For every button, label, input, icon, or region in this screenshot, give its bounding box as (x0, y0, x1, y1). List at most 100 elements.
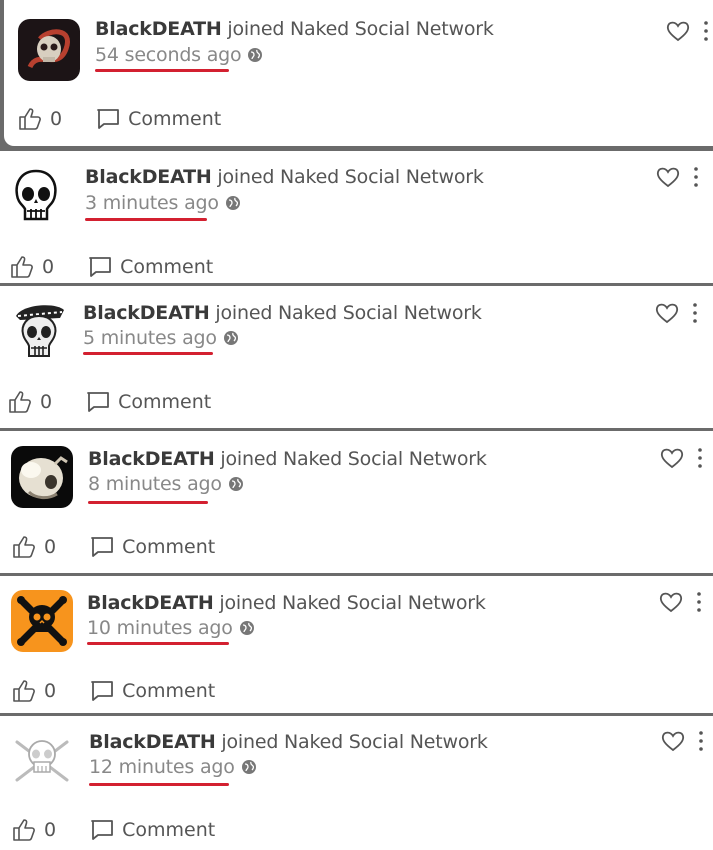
username-link[interactable]: BlackDEATH (83, 302, 210, 324)
comment-label: Comment (122, 819, 216, 841)
heart-icon[interactable] (660, 447, 684, 469)
user-avatar[interactable] (5, 165, 67, 227)
post-timestamp[interactable]: 10 minutes ago (87, 617, 233, 639)
user-avatar[interactable] (18, 19, 80, 81)
red-underline-annotation (87, 642, 229, 645)
post-action-text: joined Naked Social Network (209, 302, 482, 324)
feed-post: BlackDEATH joined Naked Social Network 3… (0, 151, 713, 283)
comment-icon (97, 109, 119, 129)
like-button[interactable]: 0 (8, 390, 52, 414)
post-timestamp[interactable]: 54 seconds ago (95, 44, 242, 66)
heart-icon[interactable] (666, 20, 690, 42)
post-title: BlackDEATH joined Naked Social Network (95, 18, 494, 40)
post-actions: 0 Comment (8, 390, 211, 414)
user-avatar[interactable] (11, 446, 73, 508)
like-count: 0 (50, 108, 63, 130)
post-title: BlackDEATH joined Naked Social Network (87, 592, 486, 614)
more-options-icon[interactable] (690, 302, 700, 324)
heart-icon[interactable] (655, 302, 679, 324)
globe-icon (228, 477, 243, 491)
comment-button[interactable]: Comment (96, 108, 221, 130)
like-button[interactable]: 0 (12, 535, 56, 559)
user-avatar[interactable] (11, 728, 73, 790)
like-button[interactable]: 0 (12, 818, 56, 842)
feed-post: BlackDEATH joined Naked Social Network 1… (0, 716, 713, 850)
feed-post: BlackDEATH joined Naked Social Network 1… (0, 576, 713, 713)
red-underline-annotation (83, 352, 213, 355)
post-actions: 0 Comment (12, 679, 215, 703)
comment-button[interactable]: Comment (90, 680, 215, 702)
like-button[interactable]: 0 (10, 255, 54, 279)
heart-icon[interactable] (656, 166, 680, 188)
more-options-icon[interactable] (695, 447, 705, 469)
like-button[interactable]: 0 (12, 679, 56, 703)
comment-label: Comment (122, 536, 216, 558)
feed-post: BlackDEATH joined Naked Social Network 8… (0, 431, 713, 573)
comment-label: Comment (128, 108, 222, 130)
thumbs-up-icon (13, 680, 35, 702)
like-button[interactable]: 0 (18, 107, 62, 131)
user-avatar[interactable] (11, 590, 73, 652)
more-options-icon[interactable] (694, 591, 704, 613)
red-underline-annotation (89, 783, 229, 786)
comment-button[interactable]: Comment (90, 819, 215, 841)
comment-icon (91, 537, 113, 557)
like-count: 0 (44, 536, 57, 558)
comment-icon (91, 681, 113, 701)
skull-crossbones-sketch-avatar-icon (11, 728, 73, 790)
thumbs-up-icon (13, 536, 35, 558)
username-link[interactable]: BlackDEATH (87, 592, 214, 614)
globe-icon (241, 760, 256, 774)
snake-skull-avatar-icon (18, 19, 80, 81)
post-timestamp[interactable]: 3 minutes ago (85, 192, 219, 214)
more-options-icon[interactable] (691, 166, 701, 188)
post-timestamp-row: 10 minutes ago (87, 617, 255, 639)
username-link[interactable]: BlackDEATH (88, 448, 215, 470)
globe-icon (239, 621, 254, 635)
post-title: BlackDEATH joined Naked Social Network (83, 302, 482, 324)
comment-button[interactable]: Comment (86, 391, 211, 413)
heart-icon[interactable] (659, 591, 683, 613)
user-avatar[interactable] (8, 298, 70, 360)
more-options-icon[interactable] (696, 730, 706, 752)
username-link[interactable]: BlackDEATH (89, 731, 216, 753)
username-link[interactable]: BlackDEATH (95, 18, 222, 40)
comment-button[interactable]: Comment (90, 536, 215, 558)
post-timestamp-row: 3 minutes ago (85, 192, 241, 214)
red-underline-annotation (88, 501, 208, 504)
post-actions: 0 Comment (12, 535, 215, 559)
like-count: 0 (44, 819, 57, 841)
heart-icon[interactable] (661, 730, 685, 752)
username-link[interactable]: BlackDEATH (85, 166, 212, 188)
comment-button[interactable]: Comment (88, 256, 213, 278)
comment-label: Comment (122, 680, 216, 702)
post-action-text: joined Naked Social Network (214, 448, 487, 470)
comment-icon (87, 392, 109, 412)
skull-photo-avatar-icon (11, 446, 73, 508)
more-options-icon[interactable] (701, 20, 711, 42)
red-underline-annotation (85, 218, 207, 221)
like-count: 0 (44, 680, 57, 702)
post-action-text: joined Naked Social Network (211, 166, 484, 188)
post-actions: 0 Comment (12, 818, 215, 842)
red-underline-annotation (95, 69, 229, 72)
post-timestamp-row: 12 minutes ago (89, 756, 257, 778)
post-timestamp-row: 5 minutes ago (83, 327, 239, 349)
feed-post: BlackDEATH joined Naked Social Network 5… (4, 0, 713, 146)
post-action-text: joined Naked Social Network (221, 18, 494, 40)
comment-label: Comment (120, 256, 214, 278)
post-timestamp[interactable]: 12 minutes ago (89, 756, 235, 778)
post-title: BlackDEATH joined Naked Social Network (89, 731, 488, 753)
post-title: BlackDEATH joined Naked Social Network (85, 166, 484, 188)
globe-icon (225, 196, 240, 210)
post-action-text: joined Naked Social Network (215, 731, 488, 753)
post-action-text: joined Naked Social Network (213, 592, 486, 614)
post-actions: 0 Comment (18, 107, 221, 131)
post-title: BlackDEATH joined Naked Social Network (88, 448, 487, 470)
toxic-hazard-skull-avatar-icon (11, 590, 73, 652)
globe-icon (223, 331, 238, 345)
post-timestamp[interactable]: 5 minutes ago (83, 327, 217, 349)
post-timestamp[interactable]: 8 minutes ago (88, 473, 222, 495)
thumbs-up-icon (13, 819, 35, 841)
skull-with-hat-avatar-icon (8, 298, 70, 360)
